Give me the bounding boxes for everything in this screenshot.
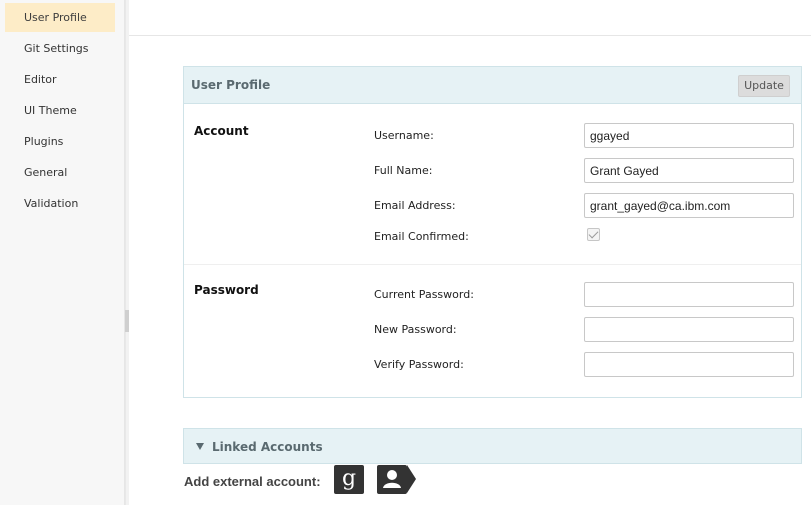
username-input[interactable] <box>584 123 794 148</box>
persona-icon[interactable] <box>377 465 416 494</box>
add-external-account-label: Add external account: <box>184 474 321 489</box>
sidebar-item-plugins[interactable]: Plugins <box>5 127 115 156</box>
current-password-label: Current Password: <box>374 288 474 301</box>
group-divider <box>184 264 801 265</box>
email-label: Email Address: <box>374 199 456 212</box>
email-confirmed-checkbox <box>587 228 600 241</box>
google-icon[interactable]: g <box>334 465 364 494</box>
toolbar-divider <box>129 35 811 36</box>
sidebar-item-ui-theme[interactable]: UI Theme <box>5 96 115 125</box>
email-input[interactable] <box>584 193 794 218</box>
user-profile-section: User Profile Update Account Username: Fu… <box>183 66 802 398</box>
username-label: Username: <box>374 129 434 142</box>
sidebar-item-user-profile[interactable]: User Profile <box>5 3 115 32</box>
password-heading: Password <box>194 283 259 297</box>
collapse-triangle-icon <box>196 443 204 450</box>
verify-password-input[interactable] <box>584 352 794 377</box>
sidebar-splitter[interactable] <box>125 0 129 505</box>
update-button[interactable]: Update <box>738 75 790 97</box>
account-heading: Account <box>194 124 249 138</box>
section-header: User Profile Update <box>184 67 801 104</box>
verify-password-label: Verify Password: <box>374 358 464 371</box>
sidebar-item-general[interactable]: General <box>5 158 115 187</box>
fullname-label: Full Name: <box>374 164 433 177</box>
sidebar-item-validation[interactable]: Validation <box>5 189 115 218</box>
settings-sidebar: User Profile Git Settings Editor UI Them… <box>0 0 125 505</box>
linked-accounts-header[interactable]: Linked Accounts <box>183 428 802 464</box>
sidebar-item-git-settings[interactable]: Git Settings <box>5 34 115 63</box>
fullname-input[interactable] <box>584 158 794 183</box>
new-password-input[interactable] <box>584 317 794 342</box>
linked-accounts-title: Linked Accounts <box>196 429 323 465</box>
current-password-input[interactable] <box>584 282 794 307</box>
linked-accounts-label: Linked Accounts <box>212 440 323 454</box>
section-title: User Profile <box>191 78 271 92</box>
sidebar-item-editor[interactable]: Editor <box>5 65 115 94</box>
email-confirmed-label: Email Confirmed: <box>374 230 469 243</box>
splitter-grip[interactable] <box>125 310 129 332</box>
new-password-label: New Password: <box>374 323 457 336</box>
